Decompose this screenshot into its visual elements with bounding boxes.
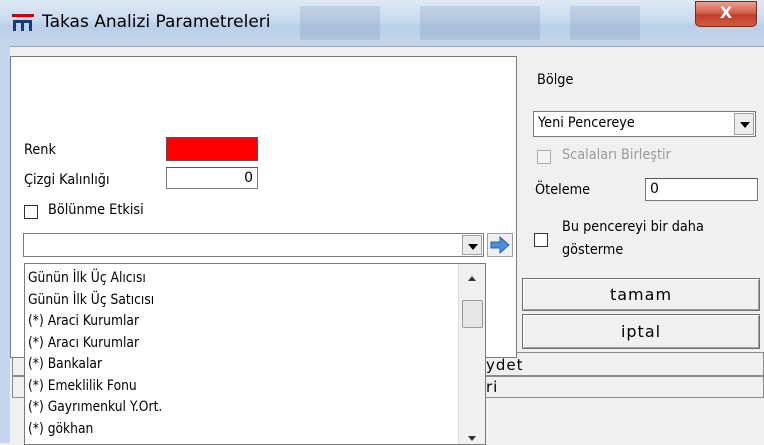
- bolge-dropdown[interactable]: Yeni Pencereye: [533, 111, 756, 137]
- item-selector-dropdown[interactable]: [23, 233, 484, 257]
- list-item[interactable]: (*) Bankalar: [28, 354, 162, 376]
- scala-birlestir-label: Scalaları Birleştir: [562, 147, 671, 163]
- list-scrollbar[interactable]: [458, 264, 485, 444]
- close-button[interactable]: X: [695, 1, 757, 27]
- title-bar-decoration: [420, 6, 540, 40]
- list-item[interactable]: Günün İlk Üç Satıcısı: [28, 290, 162, 312]
- iptal-button[interactable]: iptal: [522, 314, 760, 349]
- bolge-selected-value: Yeni Pencereye: [538, 115, 635, 131]
- background-bar-text: ydet: [486, 356, 524, 374]
- color-swatch[interactable]: [166, 137, 258, 161]
- chevron-down-icon[interactable]: [734, 113, 754, 135]
- list-item[interactable]: (*) gökhan: [28, 419, 162, 441]
- window-title: Takas Analizi Parametreleri: [42, 12, 271, 32]
- bolge-label: Bölge: [537, 72, 574, 88]
- bu-pencere-checkbox[interactable]: [534, 233, 548, 247]
- title-bar: Takas Analizi Parametreleri X: [0, 0, 764, 47]
- oteleme-input[interactable]: 0: [645, 178, 758, 201]
- list-item[interactable]: Günün İlk Üç Alıcısı: [28, 268, 162, 290]
- renk-label: Renk: [24, 142, 56, 158]
- bu-pencere-label-line2: gösterme: [562, 242, 624, 258]
- list-item[interactable]: (*) Emeklilik Fonu: [28, 376, 162, 398]
- oteleme-label: Öteleme: [535, 182, 591, 198]
- list-items: Günün İlk Üç Alıcısı Günün İlk Üç Satıcıs…: [28, 268, 181, 440]
- list-item[interactable]: (*) Araci Kurumlar: [28, 311, 162, 333]
- bu-pencere-label-line1: Bu pencereyi bir daha: [562, 219, 704, 235]
- scala-birlestir-checkbox[interactable]: [537, 150, 551, 164]
- list-item[interactable]: (*) Aracı Kurumlar: [28, 333, 162, 355]
- background-bar-text: ri: [486, 378, 499, 396]
- cizgi-kalinligi-input[interactable]: 0: [166, 167, 258, 189]
- bolunme-etkisi-label: Bölünme Etkisi: [48, 202, 144, 218]
- tamam-button[interactable]: tamam: [522, 278, 760, 311]
- item-listbox[interactable]: Günün İlk Üç Alıcısı Günün İlk Üç Satıcıs…: [24, 263, 486, 445]
- bolunme-etkisi-checkbox[interactable]: [24, 205, 38, 219]
- title-bar-decoration: [570, 6, 640, 40]
- list-item[interactable]: (*) Gayrımenkul Y.Ort.: [28, 397, 162, 419]
- chevron-down-icon[interactable]: [462, 235, 482, 255]
- tamam-button-label: tamam: [609, 285, 673, 304]
- title-bar-decoration: [300, 6, 380, 40]
- close-icon: X: [719, 3, 733, 22]
- scroll-thumb[interactable]: [462, 300, 483, 328]
- window-frame: [0, 46, 10, 443]
- iptal-button-label: iptal: [620, 322, 662, 341]
- add-arrow-icon[interactable]: [487, 233, 513, 257]
- cizgi-kalinligi-label: Çizgi Kalınlığı: [24, 172, 110, 188]
- app-logo-icon: [12, 14, 34, 31]
